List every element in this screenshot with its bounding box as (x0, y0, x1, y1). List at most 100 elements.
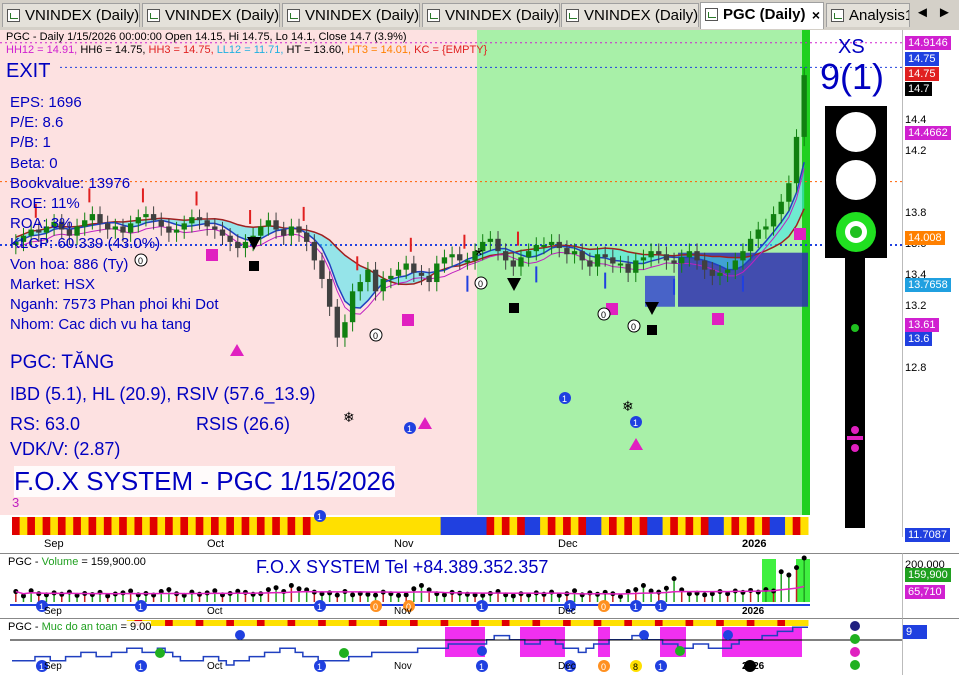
tab-1[interactable]: VNINDEX (Daily) (142, 3, 280, 27)
candle-body (648, 251, 654, 258)
status-strip-cell (188, 517, 197, 535)
candle-body (663, 254, 670, 261)
candle-body (326, 278, 333, 307)
tab-close-icon[interactable]: × (812, 3, 820, 27)
safety-stripe-cell (662, 620, 671, 626)
safety-pane[interactable]: 1 1 1 1 1 1 0 8 Sep Oct Nov Dec 2026 PGC - Muc do an… (0, 618, 902, 675)
volume-scale[interactable]: 200,000 159,900 65,710 (902, 553, 959, 619)
tab-0[interactable]: VNINDEX (Daily) (2, 3, 140, 27)
status-strip-cell (19, 517, 28, 535)
tab-3[interactable]: VNINDEX (Daily) (422, 3, 560, 27)
tab-4[interactable]: VNINDEX (Daily) (561, 3, 699, 27)
safety-stripe-cell (425, 620, 434, 626)
status-strip-cell (586, 517, 595, 535)
safety-stripe-cell (233, 620, 243, 626)
status-strip-cell (42, 517, 51, 535)
chart-icon (566, 9, 579, 22)
volume-dot (633, 587, 639, 593)
price-tick: 14.4 (905, 114, 927, 127)
status-strip-cell (570, 517, 579, 535)
circle-zero-label: 0 (478, 279, 483, 289)
status-strip-cell (654, 517, 664, 535)
status-strip-cell (532, 517, 541, 535)
volume-ma-line (15, 585, 805, 595)
kc-value: KC = {EMPTY} (414, 44, 488, 56)
status-strip-cell (700, 517, 709, 535)
volume-dot (396, 592, 402, 598)
status-strip-cell (333, 517, 342, 535)
orange-label: 0 (373, 602, 378, 612)
fox-title: F.O.X SYSTEM - PGC 1/15/2026 (14, 466, 396, 497)
safety-stripe-cell (478, 620, 488, 626)
volume-pane[interactable]: 1 1 1 1 1 1 1 0 0 0 Sep Oct Nov Dec 2026 PGC - Volume … (0, 553, 902, 619)
safety-stripe-cell (677, 620, 687, 626)
status-strip-cell (233, 517, 243, 535)
tel-label: F.O.X SYSTEM Tel +84.389.352.357 (256, 557, 549, 577)
candle-body (319, 260, 325, 279)
safety-stripe-cell (777, 620, 786, 626)
status-strip-cell (226, 517, 235, 535)
pole-dot (851, 324, 859, 332)
status-strip-cell (716, 517, 725, 535)
safety-scale[interactable]: 9 (902, 618, 959, 675)
candle-body (510, 260, 517, 267)
safety-stripe-cell (501, 620, 510, 626)
price-level-tag: 14.4662 (905, 126, 951, 140)
status-strip-cell (547, 517, 556, 535)
tab-label: VNINDEX (Daily) (165, 7, 280, 24)
tab-scroll-left-button[interactable]: ◄ (915, 4, 930, 21)
status-strip-cell (708, 517, 717, 535)
candle-body (594, 254, 601, 267)
candle-body (112, 226, 119, 230)
candle-body (74, 226, 80, 236)
tab-scroll-right-button[interactable]: ► (937, 4, 952, 21)
safety-stripe-cell (563, 620, 572, 626)
tab-label: VNINDEX (Daily) (584, 7, 699, 24)
candle-body (778, 201, 784, 215)
status-strip-cell (165, 517, 174, 535)
volume-title-prefix: PGC - (8, 556, 42, 568)
tab-2[interactable]: VNINDEX (Daily) (282, 3, 420, 27)
status-strip-cell (746, 517, 755, 535)
volume-tag: 65,710 (905, 585, 945, 599)
status-strip-cell (723, 517, 732, 535)
status-strip-cell (631, 517, 641, 535)
candle-body (388, 275, 394, 279)
price-chart[interactable]: 1 1 1 1 * ❄ ❄ 0 0 0 0 0 (0, 30, 902, 537)
safety-stripe-cell (264, 620, 273, 626)
volume-dot (403, 592, 409, 598)
status-strip-cell (486, 517, 495, 535)
fundamental-line: Nganh: 7573 Phan phoi khi Dot (10, 296, 219, 313)
safety-stripe-cell (570, 620, 579, 626)
month-label: 2026 (742, 538, 767, 550)
status-strip-cell (348, 517, 357, 535)
fundamental-line: Von hoa: 886 (Ty) (10, 255, 129, 273)
candle-body (441, 257, 448, 264)
safety-stripe-cell (272, 620, 281, 626)
tab-5[interactable]: PGC (Daily) × (700, 2, 824, 29)
price-scale[interactable]: 14.614.414.213.813.613.413.213.012.814.9… (902, 30, 959, 542)
safety-stripe-cell (218, 620, 227, 626)
safety-stripe-cell (609, 620, 618, 626)
candle-body (196, 217, 203, 221)
status-strip-cell (494, 517, 503, 535)
safety-stripe-cell (211, 620, 220, 626)
volume-dot (197, 591, 203, 597)
candle-body (104, 223, 111, 230)
price-pane[interactable]: 1 1 1 1 * ❄ ❄ 0 0 0 0 0 PGC - Daily 1/15/2026 00:00… (0, 30, 902, 537)
status-strip-cell (172, 517, 181, 535)
candle-body (357, 282, 363, 292)
safety-stripe-cell (792, 620, 801, 626)
status-strip-cell (157, 517, 166, 535)
candle-body (97, 214, 103, 224)
candle-body (411, 263, 417, 273)
tab-6[interactable]: Analysis1 (826, 3, 910, 27)
rsis-label: RSIS (26.6) (196, 414, 291, 434)
safety-stripe-cell (555, 620, 564, 626)
safety-stripe-cell (547, 620, 556, 626)
candle-body (602, 254, 608, 258)
candle-body (633, 260, 639, 273)
status-strip-cell (12, 517, 21, 535)
safety-stripe-cell (410, 620, 419, 626)
price-level-tag: 14.9146 (905, 36, 951, 50)
